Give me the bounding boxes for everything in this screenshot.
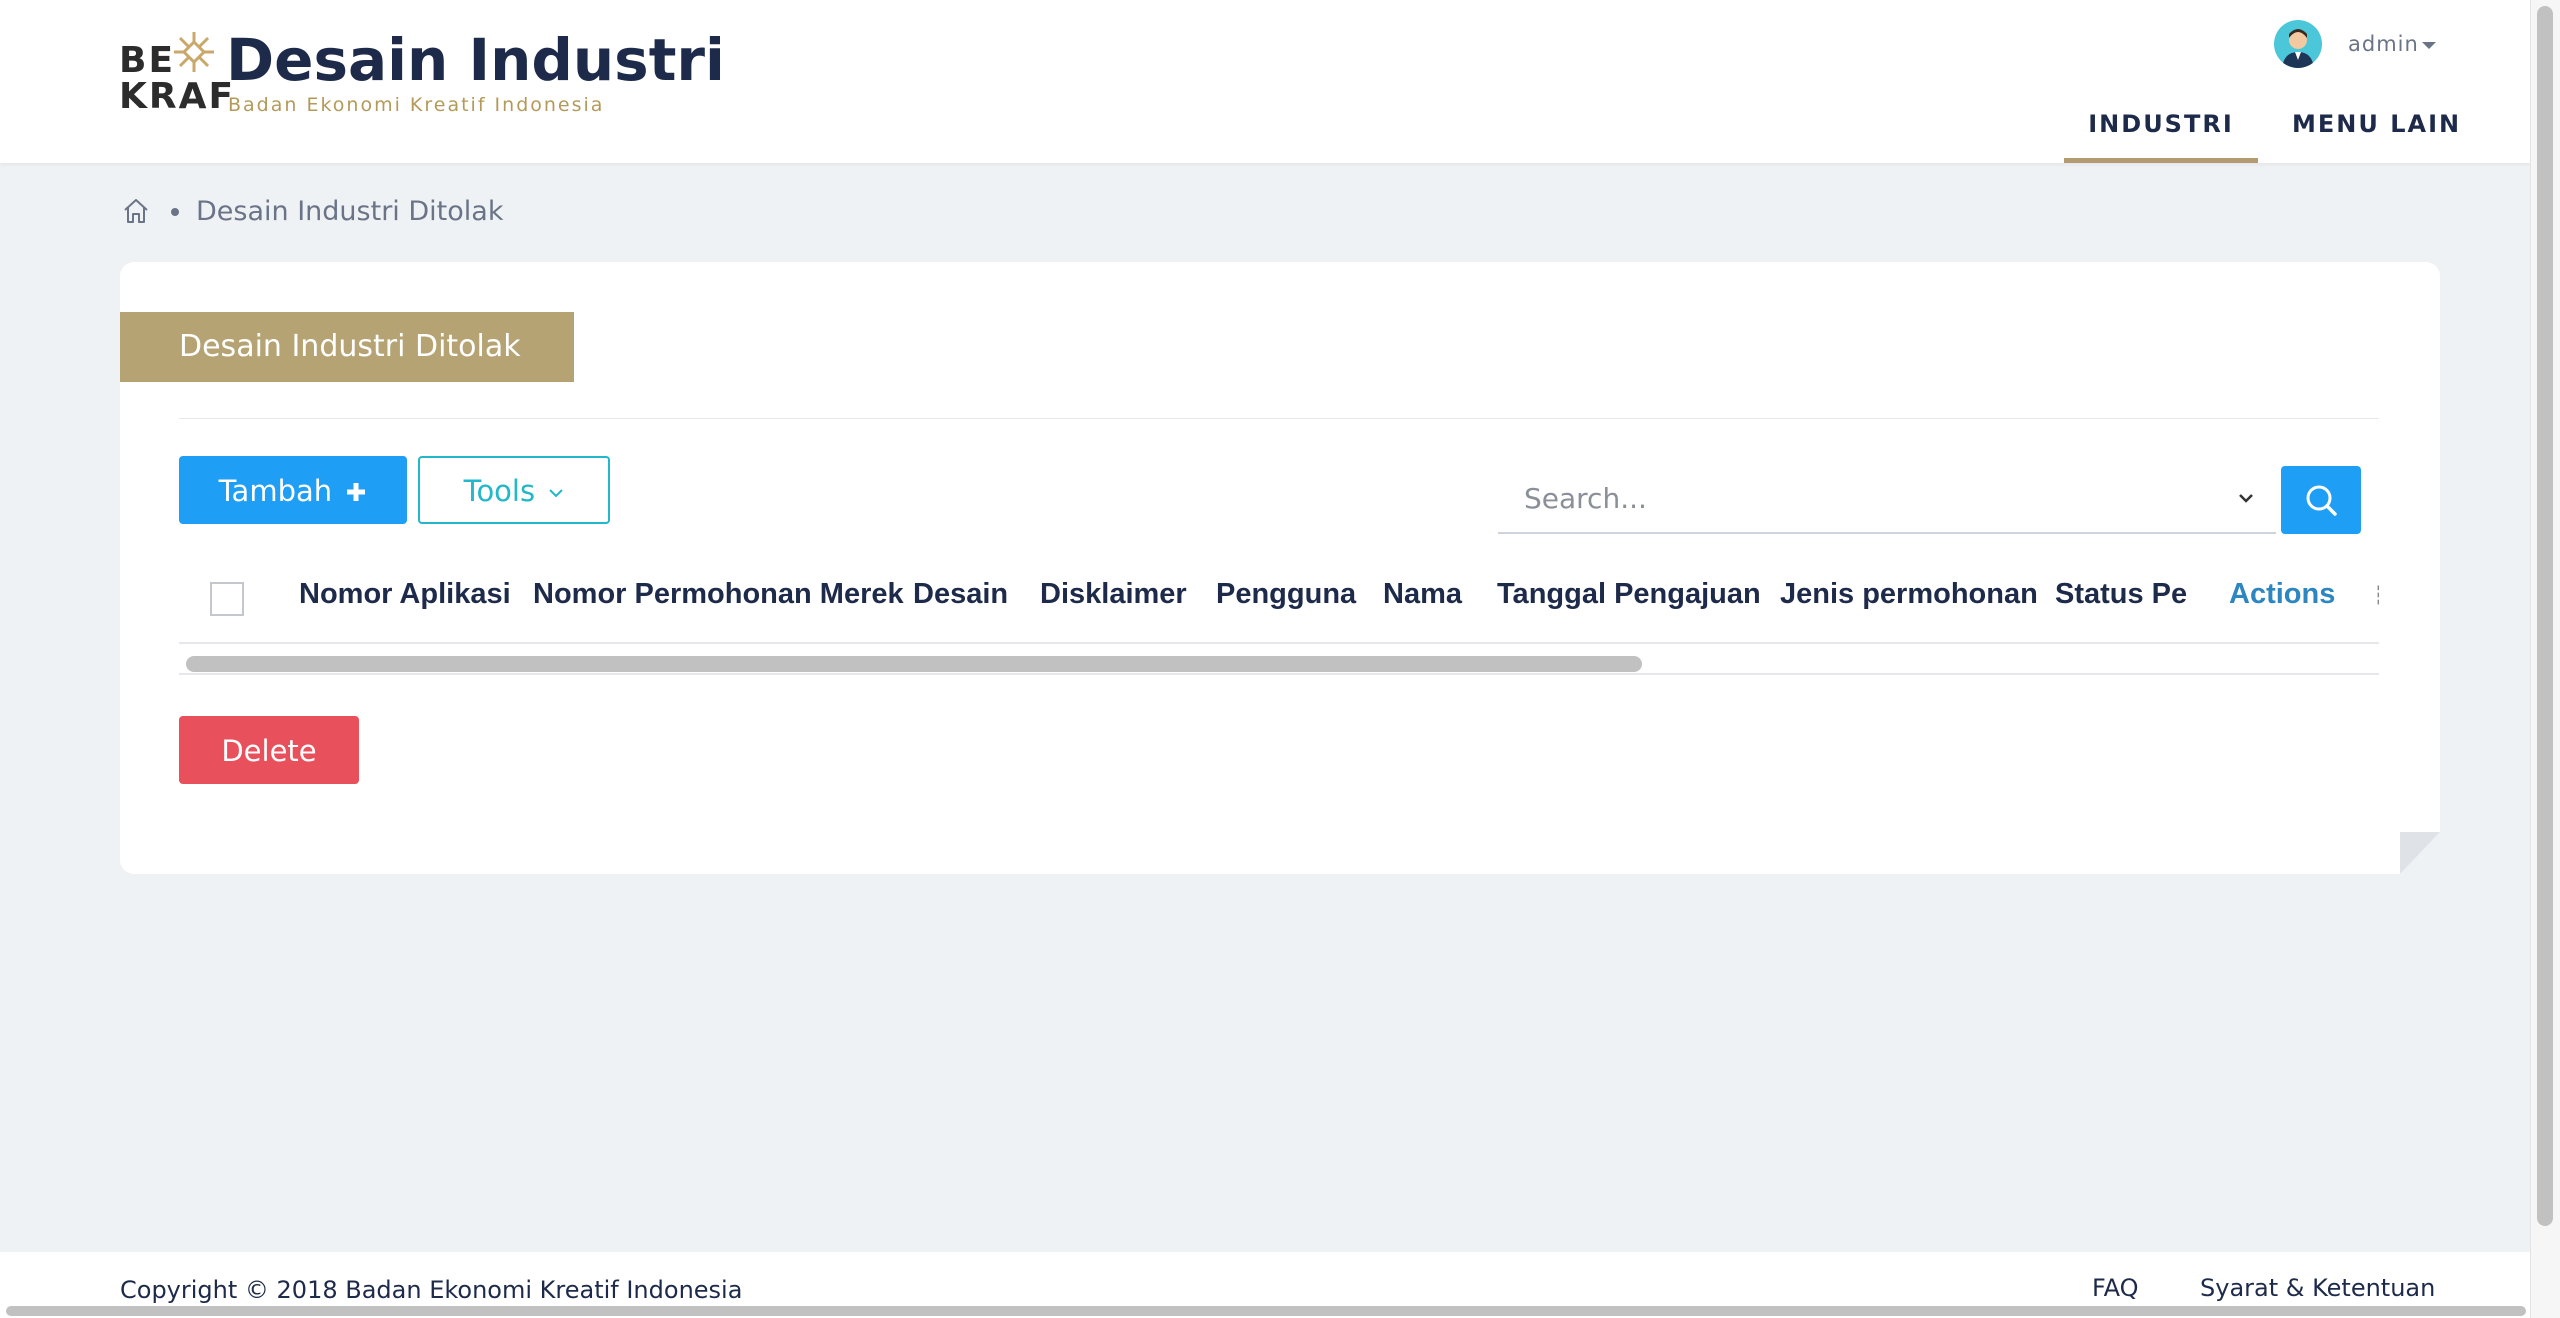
column-header-nomor-permohonan-merek[interactable]: Nomor Permohonan Merek bbox=[533, 578, 904, 611]
table-horizontal-scrollbar[interactable] bbox=[186, 656, 1642, 672]
card-divider bbox=[179, 418, 2379, 419]
breadcrumb-current: Desain Industri Ditolak bbox=[196, 196, 504, 227]
column-header-nama[interactable]: Nama bbox=[1383, 578, 1462, 611]
user-dropdown-caret-icon[interactable] bbox=[2422, 42, 2436, 49]
search-icon bbox=[2306, 485, 2337, 516]
nav-tab-menu-lain[interactable]: MENU LAIN bbox=[2292, 110, 2461, 138]
search-field[interactable] bbox=[1498, 464, 2276, 534]
tools-button[interactable]: Tools bbox=[418, 456, 610, 524]
footer-link-faq[interactable]: FAQ bbox=[2092, 1274, 2139, 1302]
column-header-desain[interactable]: Desain bbox=[913, 578, 1008, 611]
search-dropdown-chevron-icon[interactable] bbox=[2238, 490, 2254, 506]
column-header-tanggal-pengajuan[interactable]: Tanggal Pengajuan bbox=[1497, 578, 1761, 611]
card-title: Desain Industri Ditolak bbox=[120, 312, 574, 382]
table-bottom-border bbox=[179, 673, 2379, 675]
column-header-overflow: ⁝ bbox=[2375, 578, 2379, 613]
column-header-nomor-aplikasi[interactable]: Nomor Aplikasi bbox=[299, 578, 511, 611]
add-button-label: Tambah bbox=[218, 474, 333, 508]
chevron-down-icon bbox=[549, 489, 564, 498]
home-icon[interactable] bbox=[121, 196, 151, 226]
select-all-checkbox[interactable] bbox=[210, 582, 244, 616]
footer-link-terms[interactable]: Syarat & Ketentuan bbox=[2200, 1274, 2435, 1302]
app-subtitle: Badan Ekonomi Kreatif Indonesia bbox=[228, 94, 605, 116]
add-button[interactable]: Tambah bbox=[179, 456, 407, 524]
column-header-pengguna[interactable]: Pengguna bbox=[1216, 578, 1356, 611]
top-header: BE KRAF Desain Industri Badan Ekonomi Kr… bbox=[0, 0, 2530, 163]
column-header-jenis-permohonan[interactable]: Jenis permohonan bbox=[1780, 578, 2038, 611]
logo-text-kraf: KRAF bbox=[119, 76, 236, 117]
copyright-text: Copyright © 2018 Badan Ekonomi Kreatif I… bbox=[120, 1276, 743, 1304]
logo-star-icon bbox=[174, 32, 214, 72]
plus-icon bbox=[347, 483, 366, 501]
table-header-row: Nomor Aplikasi Nomor Permohonan Merek De… bbox=[179, 558, 2379, 634]
column-header-status[interactable]: Status Pe bbox=[2055, 578, 2187, 611]
user-name[interactable]: admin bbox=[2348, 32, 2419, 56]
column-header-actions[interactable]: Actions bbox=[2229, 578, 2335, 611]
data-table: Nomor Aplikasi Nomor Permohonan Merek De… bbox=[179, 558, 2379, 676]
card-corner-fold bbox=[2400, 832, 2440, 874]
search-input[interactable] bbox=[1522, 464, 2206, 532]
nav-tab-industri[interactable]: INDUSTRI bbox=[2064, 110, 2258, 163]
vertical-scrollbar[interactable] bbox=[2537, 6, 2553, 1226]
logo-text-be: BE bbox=[119, 40, 176, 81]
tools-button-label: Tools bbox=[463, 474, 536, 508]
breadcrumb-separator bbox=[171, 208, 179, 216]
app-title: Desain Industri bbox=[226, 26, 725, 94]
horizontal-scrollbar[interactable] bbox=[6, 1306, 2526, 1316]
nav-active-indicator bbox=[2064, 158, 2258, 163]
column-header-disklaimer[interactable]: Disklaimer bbox=[1040, 578, 1187, 611]
content-card: Desain Industri Ditolak Tambah Tools Nom… bbox=[120, 262, 2440, 874]
delete-button[interactable]: Delete bbox=[179, 716, 359, 784]
search-button[interactable] bbox=[2281, 466, 2361, 534]
avatar-icon[interactable] bbox=[2274, 20, 2322, 68]
table-divider bbox=[179, 642, 2379, 644]
